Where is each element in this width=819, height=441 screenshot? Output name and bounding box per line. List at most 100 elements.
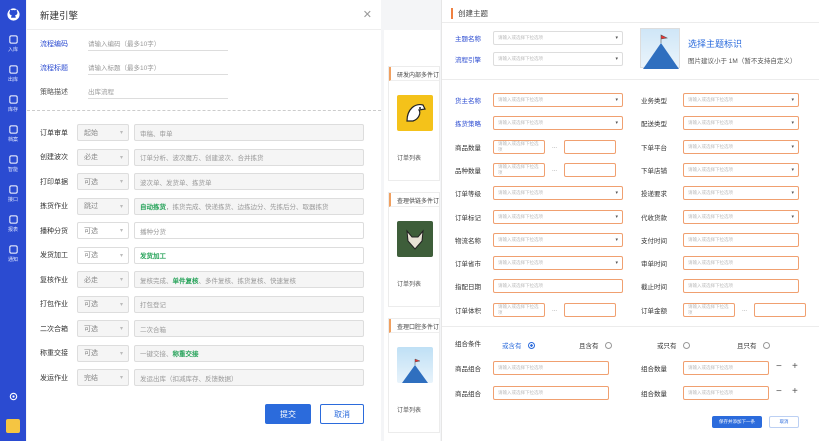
step-action-input[interactable]: 二次合箱 [134,320,364,337]
condition-select[interactable]: 请输入或选择下拉选项 ▾ [683,116,799,131]
range-max-input[interactable] [564,302,617,317]
github-logo-icon[interactable] [0,0,26,28]
combo-qty-input[interactable]: 请输入或选择下拉选项 [683,386,769,400]
theme-logo-upload[interactable] [640,28,680,69]
step-action-input[interactable]: 一键交接、 称重交接 [134,344,364,362]
step-option-select[interactable]: 可选 ▾ [77,295,129,313]
range-separator: ... [552,306,558,313]
step-option-select[interactable]: 可选 ▾ [77,246,129,264]
condition-field: 截止时间 请输入或选择下拉选项 [641,279,799,294]
range-max-input[interactable] [754,302,807,317]
step-option-select[interactable]: 必走 ▾ [77,271,129,288]
new-engine-modal: 新建引擎 ✕ 流程编码 请输入编码（最多10字） 流程标题 请输入标题（最多10… [27,0,381,441]
choose-logo-link[interactable]: 选择主题标识 [688,37,742,50]
submit-button[interactable]: 提交 [265,404,311,424]
sidebar-item-label: 通知 [7,256,18,263]
chevron-down-icon: ▾ [119,130,123,136]
sidebar-item[interactable]: 出库 [0,58,26,88]
step-action-input[interactable]: 复核完成、 单件复核 、多件复核、拣货复核、快速复核 [134,271,364,288]
step-option-select[interactable]: 跳过 ▾ [77,197,129,215]
condition-select[interactable]: 请输入或选择下拉选项 ▾ [493,256,623,271]
condition-select[interactable]: 请输入或选择下拉选项 [683,256,799,271]
step-action-input[interactable]: 播种分货 [134,222,364,239]
sidebar-item[interactable]: 库存 [0,88,26,118]
goods-combo-input[interactable]: 请输入或选择下拉选项 [493,361,609,375]
minus-icon[interactable]: − [776,386,782,397]
sidebar-item[interactable]: 智能 [0,148,26,178]
cancel-button[interactable]: 取消 [320,404,364,424]
condition-select[interactable]: 请输入或选择下拉选项 ▾ [683,139,799,154]
flow-engine-select[interactable]: 请输入或选择下拉选项 ▾ [493,52,623,66]
condition-select[interactable]: 请输入或选择下拉选项 [683,279,799,294]
panel-cancel-button[interactable]: 取消 [769,416,799,428]
plus-icon[interactable]: + [792,386,798,397]
condition-select[interactable]: 请输入或选择下拉选项 ▾ [683,209,799,224]
flow-title-input[interactable]: 请输入标题（最多10字） [88,62,228,75]
condition-select[interactable]: 请输入或选择下拉选项 ▾ [493,209,623,224]
radio-or-only[interactable]: 或只有 [657,340,690,350]
card-footer: 订单列表 [397,408,422,414]
range-max-input[interactable] [564,162,617,177]
step-label: 称重交接 [40,350,68,357]
sidebar-item[interactable]: 入库 [0,28,26,58]
step-option-select[interactable]: 可选 ▾ [77,320,129,337]
settings-gear-icon[interactable] [0,381,26,411]
placeholder: 请输入或选择下拉选项 [688,213,733,219]
range-min-input[interactable]: 请输入或选择下拉选项 [493,139,545,154]
background-card-1[interactable]: 研发内部多件订 订单列表 [388,66,440,181]
step-action-input[interactable]: 打包登记 [134,295,364,313]
placeholder: 请输入或选择下拉选项 [498,303,539,315]
user-avatar[interactable] [0,411,26,441]
radio-and-contains[interactable]: 且含有 [579,340,612,350]
range-max-input[interactable] [564,139,617,154]
range-min-input[interactable]: 请输入或选择下拉选项 [493,162,545,177]
placeholder: 请输入或选择下拉选项 [688,120,733,126]
condition-label: 下单平台 [641,144,667,152]
condition-select[interactable]: 请输入或选择下拉选项 ▾ [493,93,623,107]
condition-select[interactable]: 请输入或选择下拉选项 [493,279,623,294]
background-card-3[interactable]: 查理口腔多件订 订单列表 [388,318,440,433]
sidebar-item[interactable]: 接口 [0,178,26,208]
save-and-add-next-button[interactable]: 保存并添加下一条 [712,416,762,428]
placeholder: 请输入或选择下拉选项 [498,236,543,242]
step-option-select[interactable]: 起始 ▾ [77,124,129,141]
theme-name-select[interactable]: 请输入或选择下拉选项 ▾ [493,31,623,45]
close-icon[interactable]: ✕ [363,8,372,21]
sidebar-item[interactable]: 档案 [0,118,26,148]
step-action-input[interactable]: 发运出库（扣减库存、反馈数据） [134,369,364,386]
chevron-down-icon: ▾ [615,260,618,267]
strategy-desc-input[interactable]: 出库流程 [88,86,228,99]
step-option-select[interactable]: 可选 ▾ [77,222,129,239]
step-option-select[interactable]: 必走 ▾ [77,148,129,166]
condition-select[interactable]: 请输入或选择下拉选项 ▾ [493,116,623,131]
step-action-input[interactable]: 发货加工 [134,246,364,264]
range-min-input[interactable]: 请输入或选择下拉选项 [683,302,735,317]
combo-qty-input[interactable]: 请输入或选择下拉选项 [683,361,769,375]
step-action-input[interactable]: 波次单、发货单、拣货单 [134,173,364,190]
chevron-down-icon: ▾ [119,277,123,283]
sidebar-item[interactable]: 报表 [0,208,26,238]
condition-select[interactable]: 请输入或选择下拉选项 ▾ [493,232,623,247]
step-action-input[interactable]: 自动拣货 ，拣货完成、快递拣货、边拣边分、先拣后分、取器拣货 [134,197,364,215]
background-card-2[interactable]: 查理供链多件订 订单列表 [388,192,440,307]
step-desc: ，拣货完成、快递拣货、边拣边分、先拣后分、取器拣货 [166,204,329,211]
sidebar-item[interactable]: 通知 [0,238,26,268]
minus-icon[interactable]: − [776,361,782,372]
condition-select[interactable]: 请输入或选择下拉选项 ▾ [683,186,799,201]
step-option-select[interactable]: 可选 ▾ [77,344,129,362]
step-action-input[interactable]: 订单分析、波次魔方、创建波次、合并拣货 [134,148,364,166]
step-action-input[interactable]: 审稿、审单 [134,124,364,141]
radio-or-contains[interactable]: 或含有 [502,340,535,350]
range-separator: ... [742,306,748,313]
flow-code-input[interactable]: 请输入编码（最多10字） [88,38,228,51]
condition-select[interactable]: 请输入或选择下拉选项 [683,232,799,247]
step-option-select[interactable]: 完结 ▾ [77,369,129,386]
condition-select[interactable]: 请输入或选择下拉选项 ▾ [683,93,799,107]
goods-combo-input[interactable]: 请输入或选择下拉选项 [493,386,609,400]
range-min-input[interactable]: 请输入或选择下拉选项 [493,302,545,317]
condition-select[interactable]: 请输入或选择下拉选项 ▾ [493,186,623,201]
radio-and-only[interactable]: 且只有 [737,340,770,350]
plus-icon[interactable]: + [792,361,798,372]
step-option-select[interactable]: 可选 ▾ [77,173,129,190]
condition-select[interactable]: 请输入或选择下拉选项 ▾ [683,162,799,177]
